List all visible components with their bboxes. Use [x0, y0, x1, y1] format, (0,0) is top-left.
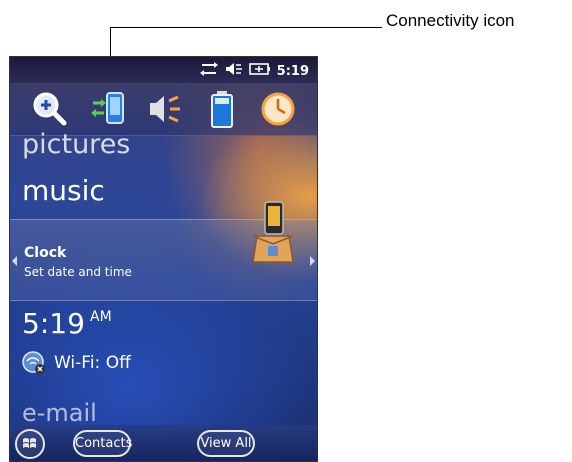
- clock-title: Clock: [24, 245, 67, 261]
- scroll-right-icon[interactable]: [310, 256, 315, 266]
- wifi-status[interactable]: Wi-Fi: Off: [54, 353, 131, 373]
- battery-charging-icon[interactable]: [248, 62, 271, 81]
- wifi-off-icon: [22, 351, 46, 375]
- home-time: 5:19: [22, 307, 85, 340]
- softkey-bar: Contacts View All: [10, 425, 317, 461]
- connectivity-icon[interactable]: [199, 61, 219, 82]
- tile-pictures[interactable]: pictures: [22, 129, 130, 160]
- status-bar: 5:19: [10, 57, 317, 83]
- callout-line: [110, 27, 382, 28]
- start-button[interactable]: [15, 429, 45, 459]
- zoom-icon[interactable]: [30, 89, 70, 129]
- clock-subtitle: Set date and time: [24, 265, 132, 279]
- tile-music[interactable]: music: [22, 174, 105, 207]
- settings-package-icon: [249, 200, 297, 266]
- clock-panel[interactable]: Clock Set date and time: [10, 201, 317, 301]
- phone-connection-icon[interactable]: [90, 89, 130, 129]
- volume-icon[interactable]: [146, 89, 186, 129]
- tile-email[interactable]: e-mail: [22, 399, 97, 427]
- callout-label: Connectivity icon: [386, 11, 515, 30]
- view-all-button[interactable]: View All: [197, 430, 255, 457]
- scroll-left-icon[interactable]: [12, 256, 17, 266]
- clock-icon[interactable]: [258, 89, 298, 129]
- status-time: 5:19: [276, 64, 309, 79]
- speaker-muted-icon[interactable]: [225, 61, 243, 82]
- home-ampm: AM: [90, 309, 112, 325]
- battery-icon[interactable]: [202, 89, 242, 129]
- phone-screen: 5:19 pictures music Clock Set date and t…: [9, 56, 318, 462]
- windows-logo-icon: [23, 438, 36, 448]
- status-icons: 5:19: [199, 61, 309, 82]
- contacts-button[interactable]: Contacts: [73, 430, 132, 457]
